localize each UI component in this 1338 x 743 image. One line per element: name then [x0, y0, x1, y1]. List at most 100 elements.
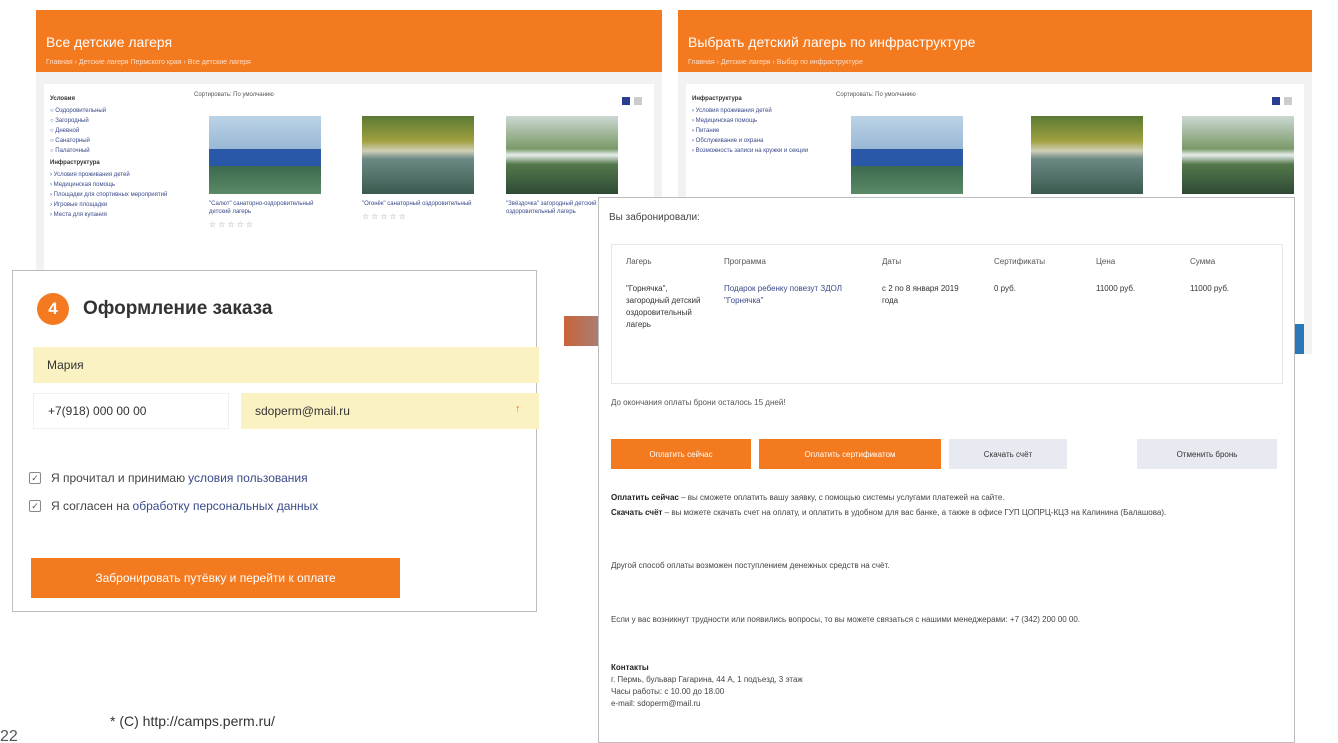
column-header: Лагерь: [626, 257, 652, 266]
email-value: sdoperm@mail.ru: [255, 404, 350, 418]
table-cell-camp: "Горнячка", загородный детский оздоровит…: [626, 284, 701, 329]
email-field[interactable]: sdoperm@mail.ru ↑: [241, 393, 539, 429]
contacts-block: Контакты г. Пермь, бульвар Гагарина, 44 …: [611, 662, 1287, 710]
filter-link[interactable]: › Питание: [692, 126, 822, 136]
filter-link[interactable]: › Площадки для спортивных мероприятий: [50, 190, 180, 200]
book-and-pay-button[interactable]: Забронировать путёвку и перейти к оплате: [31, 558, 400, 598]
other-payment-note: Другой способ оплаты возможен поступлени…: [611, 561, 890, 570]
camp-photo[interactable]: [1182, 116, 1294, 194]
booking-heading: Вы забронировали:: [609, 212, 700, 223]
name-field[interactable]: Мария: [33, 347, 539, 383]
rating-stars-icon: ☆☆☆☆☆: [362, 212, 408, 221]
consent-label: Я согласен на: [51, 499, 130, 513]
consent-checkbox-row[interactable]: ✓ Я согласен на обработку персональных д…: [29, 499, 318, 513]
breadcrumb[interactable]: Главная › Детские лагеря Пермского края …: [46, 59, 662, 66]
column-header: Программа: [724, 257, 766, 266]
contacts-heading: Контакты: [611, 663, 649, 672]
note-term: Скачать счёт: [611, 508, 663, 517]
camp-card[interactable]: [1182, 116, 1294, 194]
invoice-note: Скачать счёт – вы можете скачать счет на…: [611, 507, 1287, 519]
filter-option[interactable]: ○ Загородный: [50, 116, 180, 126]
note-term: Оплатить сейчас: [611, 493, 679, 502]
filter-link[interactable]: › Условия проживания детей: [50, 170, 180, 180]
table-cell-price: 11000 руб.: [1096, 284, 1136, 293]
filter-heading-infrastructure: Инфраструктура: [692, 96, 742, 102]
booking-summary-panel: Вы забронировали: Лагерь Программа Даты …: [598, 197, 1295, 743]
step-badge: 4: [37, 293, 69, 325]
order-header: 4 Оформление заказа: [37, 293, 272, 325]
camp-title[interactable]: "Огонёк" санаторный оздоровительный: [362, 200, 474, 208]
table-cell-certificates: 0 руб.: [994, 284, 1016, 293]
note-text: – вы сможете оплатить вашу заявку, с пом…: [678, 493, 1005, 502]
filter-option[interactable]: ○ Палаточный: [50, 146, 180, 156]
column-header: Цена: [1096, 257, 1116, 266]
filter-sidebar: Условия ○ Оздоровительный ○ Загородный ○…: [50, 92, 180, 220]
page-header: Все детские лагеря Главная › Детские лаг…: [36, 10, 662, 72]
camp-photo[interactable]: [209, 116, 321, 194]
contacts-address: г. Пермь, бульвар Гагарина, 44 А, 1 подъ…: [611, 675, 803, 684]
pay-now-button[interactable]: Оплатить сейчас: [611, 439, 751, 469]
pay-certificate-button[interactable]: Оплатить сертификатом: [759, 439, 941, 469]
view-toggle[interactable]: [618, 92, 642, 110]
grid-view-icon[interactable]: [1272, 97, 1280, 105]
booking-table: Лагерь Программа Даты Сертификаты Цена С…: [611, 244, 1283, 384]
filter-link[interactable]: › Возможность записи на кружки и секции: [692, 146, 822, 156]
camp-photo[interactable]: [1031, 116, 1143, 194]
sort-select[interactable]: Сортировать: По умолчанию: [194, 92, 274, 98]
rating-stars-icon: ☆☆☆☆☆: [209, 220, 255, 229]
sort-select[interactable]: Сортировать: По умолчанию: [836, 92, 916, 98]
phone-field[interactable]: +7(918) 000 00 00: [33, 393, 229, 429]
filter-option[interactable]: ○ Дневной: [50, 126, 180, 136]
grid-view-icon[interactable]: [622, 97, 630, 105]
camp-photo[interactable]: [362, 116, 474, 194]
camp-card[interactable]: "Салют" санаторно-оздоровительный детски…: [209, 116, 321, 229]
table-cell-total: 11000 руб.: [1190, 284, 1230, 293]
order-form-panel: 4 Оформление заказа Мария +7(918) 000 00…: [12, 270, 539, 612]
contact-managers-note: Если у вас возникнут трудности или появи…: [611, 615, 1080, 624]
list-view-icon[interactable]: [634, 97, 642, 105]
checkbox-icon[interactable]: ✓: [29, 472, 41, 484]
filter-heading-conditions: Условия: [50, 96, 75, 102]
camp-card[interactable]: [851, 116, 963, 194]
source-footnote: * (C) http://camps.perm.ru/: [110, 713, 275, 729]
terms-link[interactable]: условия пользования: [188, 471, 308, 485]
camp-card[interactable]: [1031, 116, 1143, 194]
contacts-hours: Часы работы: с 10.00 до 18.00: [611, 687, 725, 696]
camp-title[interactable]: "Салют" санаторно-оздоровительный детски…: [209, 200, 321, 216]
table-cell-program[interactable]: Подарок ребенку повезут ЗДОЛ "Горнячка": [724, 283, 854, 307]
list-view-icon[interactable]: [1284, 97, 1292, 105]
download-invoice-button[interactable]: Скачать счёт: [949, 439, 1067, 469]
pay-now-note: Оплатить сейчас – вы сможете оплатить ва…: [611, 492, 1287, 504]
filter-link[interactable]: › Медицинская помощь: [50, 180, 180, 190]
checkbox-icon[interactable]: ✓: [29, 500, 41, 512]
note-text: – вы можете скачать счет на оплату, и оп…: [662, 508, 1167, 517]
page-title: Все детские лагеря: [46, 34, 173, 50]
filter-link[interactable]: › Обслуживание и охрана: [692, 136, 822, 146]
camp-photo[interactable]: [851, 116, 963, 194]
filter-link[interactable]: › Места для купания: [50, 210, 180, 220]
contacts-email[interactable]: e-mail: sdoperm@mail.ru: [611, 698, 1287, 710]
cancel-booking-button[interactable]: Отменить бронь: [1137, 439, 1277, 469]
filter-link[interactable]: › Условия проживания детей: [692, 106, 822, 116]
view-toggle[interactable]: [1268, 92, 1292, 110]
page-header: Выбрать детский лагерь по инфраструктуре…: [678, 10, 1312, 72]
page-number: 22: [0, 728, 18, 743]
table-cell-dates: с 2 по 8 января 2019 года: [882, 284, 959, 305]
filter-sidebar: Инфраструктура › Условия проживания дете…: [692, 92, 822, 156]
camp-photo[interactable]: [506, 116, 618, 194]
terms-checkbox-row[interactable]: ✓ Я прочитал и принимаю условия пользова…: [29, 471, 308, 485]
breadcrumb[interactable]: Главная › Детские лагеря › Выбор по инфр…: [688, 59, 1312, 66]
order-title: Оформление заказа: [83, 298, 273, 319]
terms-label: Я прочитал и принимаю: [51, 471, 186, 485]
column-header: Даты: [882, 257, 902, 266]
column-header: Сертификаты: [994, 257, 1046, 266]
filter-option[interactable]: ○ Санаторный: [50, 136, 180, 146]
filter-heading-infrastructure: Инфраструктура: [50, 160, 100, 166]
consent-link[interactable]: обработку персональных данных: [133, 499, 319, 513]
camp-card[interactable]: "Огонёк" санаторный оздоровительный ☆☆☆☆…: [362, 116, 474, 221]
filter-link[interactable]: › Медицинская помощь: [692, 116, 822, 126]
filter-link[interactable]: › Игровые площадки: [50, 200, 180, 210]
autofill-icon[interactable]: ↑: [515, 403, 527, 417]
payment-deadline: До окончания оплаты брони осталось 15 дн…: [611, 398, 786, 407]
filter-option[interactable]: ○ Оздоровительный: [50, 106, 180, 116]
